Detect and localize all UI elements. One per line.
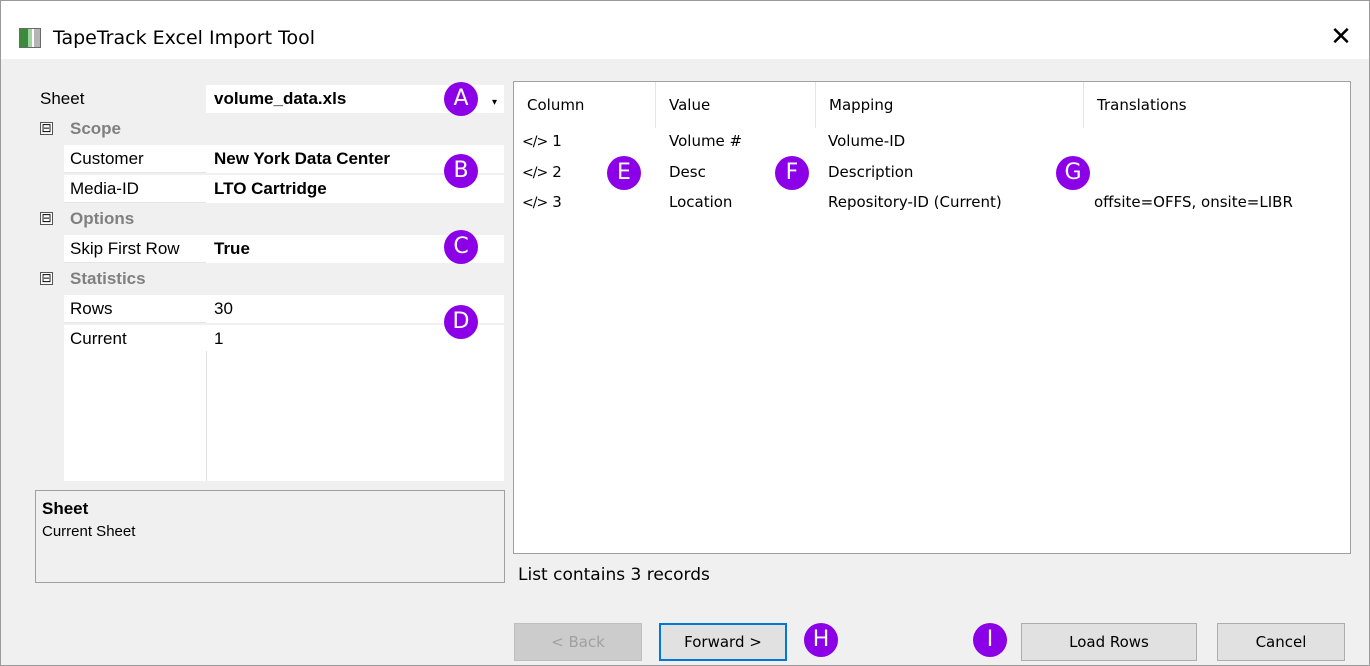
customer-label: Customer [70,149,144,168]
category-label: Statistics [70,269,146,288]
help-description: Current Sheet [42,523,136,540]
column-number: 2 [552,163,562,181]
property-row-sheet[interactable]: Sheet volume_data.xls ▾ [34,85,504,113]
category-options[interactable]: ⊟ Options [34,205,504,233]
column-header-mapping[interactable]: Mapping [816,82,1084,128]
forward-button[interactable]: Forward > [659,623,787,661]
annotation-badge-d: D [444,305,478,339]
property-row-media-id[interactable]: Media-ID LTO Cartridge [34,175,504,203]
category-label: Options [70,209,135,228]
annotation-badge-h: H [804,623,838,657]
sheet-label: Sheet [40,89,85,108]
column-number: 3 [552,193,562,211]
current-label: Current [70,329,127,348]
annotation-badge-c: C [444,230,478,264]
excel-sheet-icon [19,28,41,48]
help-title: Sheet [42,499,89,518]
collapse-icon[interactable]: ⊟ [40,122,53,135]
list-header: Column Value Mapping Translations [514,82,1350,128]
column-header-column[interactable]: Column [514,82,656,128]
column-mapping-list[interactable]: Column Value Mapping Translations </> 1 V… [513,81,1351,554]
code-icon: </> [522,165,548,181]
import-tool-window: TapeTrack Excel Import Tool ✕ Sheet volu… [0,0,1370,666]
annotation-badge-e: E [607,156,641,190]
window-title: TapeTrack Excel Import Tool [53,27,315,49]
list-item[interactable]: </> 3 Location Repository-ID (Current) of… [514,190,1350,215]
annotation-badge-f: F [775,156,809,190]
translation-cell: offsite=OFFS, onsite=LIBR [1094,193,1293,211]
property-row-current[interactable]: Current 1 [34,325,504,353]
category-label: Scope [70,119,122,138]
property-row-rows[interactable]: Rows 30 [34,295,504,323]
annotation-badge-i: I [973,623,1007,657]
rows-label: Rows [70,299,113,318]
collapse-icon[interactable]: ⊟ [40,272,53,285]
column-number: 1 [552,132,562,150]
cancel-button[interactable]: Cancel [1217,623,1345,661]
code-icon: </> [522,195,548,211]
column-header-value[interactable]: Value [656,82,816,128]
mapping-cell: Description [828,163,914,181]
back-button[interactable]: < Back [514,623,642,661]
value-cell: Location [669,193,733,211]
category-statistics[interactable]: ⊟ Statistics [34,265,504,293]
collapse-icon[interactable]: ⊟ [40,212,53,225]
close-button[interactable]: ✕ [1321,19,1361,55]
title-bar: TapeTrack Excel Import Tool ✕ [1,1,1369,59]
property-grid: Sheet volume_data.xls ▾ ⊟ Scope Customer… [34,81,504,481]
list-item[interactable]: </> 1 Volume # Volume-ID [514,129,1350,154]
value-cell: Desc [669,163,706,181]
property-help-panel: Sheet Current Sheet [35,490,505,583]
media-id-label: Media-ID [70,179,139,198]
annotation-badge-b: B [444,154,478,188]
property-row-skip-first-row[interactable]: Skip First Row True [34,235,504,263]
property-row-customer[interactable]: Customer New York Data Center [34,145,504,173]
annotation-badge-g: G [1056,156,1090,190]
category-scope[interactable]: ⊟ Scope [34,115,504,143]
mapping-cell: Repository-ID (Current) [828,193,1002,211]
list-status-text: List contains 3 records [518,565,710,585]
code-icon: </> [522,134,548,150]
skip-first-row-label: Skip First Row [70,239,180,258]
column-header-translations[interactable]: Translations [1084,82,1350,128]
annotation-badge-a: A [444,82,478,116]
dropdown-arrow-icon[interactable]: ▾ [492,97,497,108]
mapping-cell: Volume-ID [828,132,906,150]
load-rows-button[interactable]: Load Rows [1021,623,1197,661]
value-cell: Volume # [669,132,743,150]
property-grid-empty-area [34,351,504,481]
